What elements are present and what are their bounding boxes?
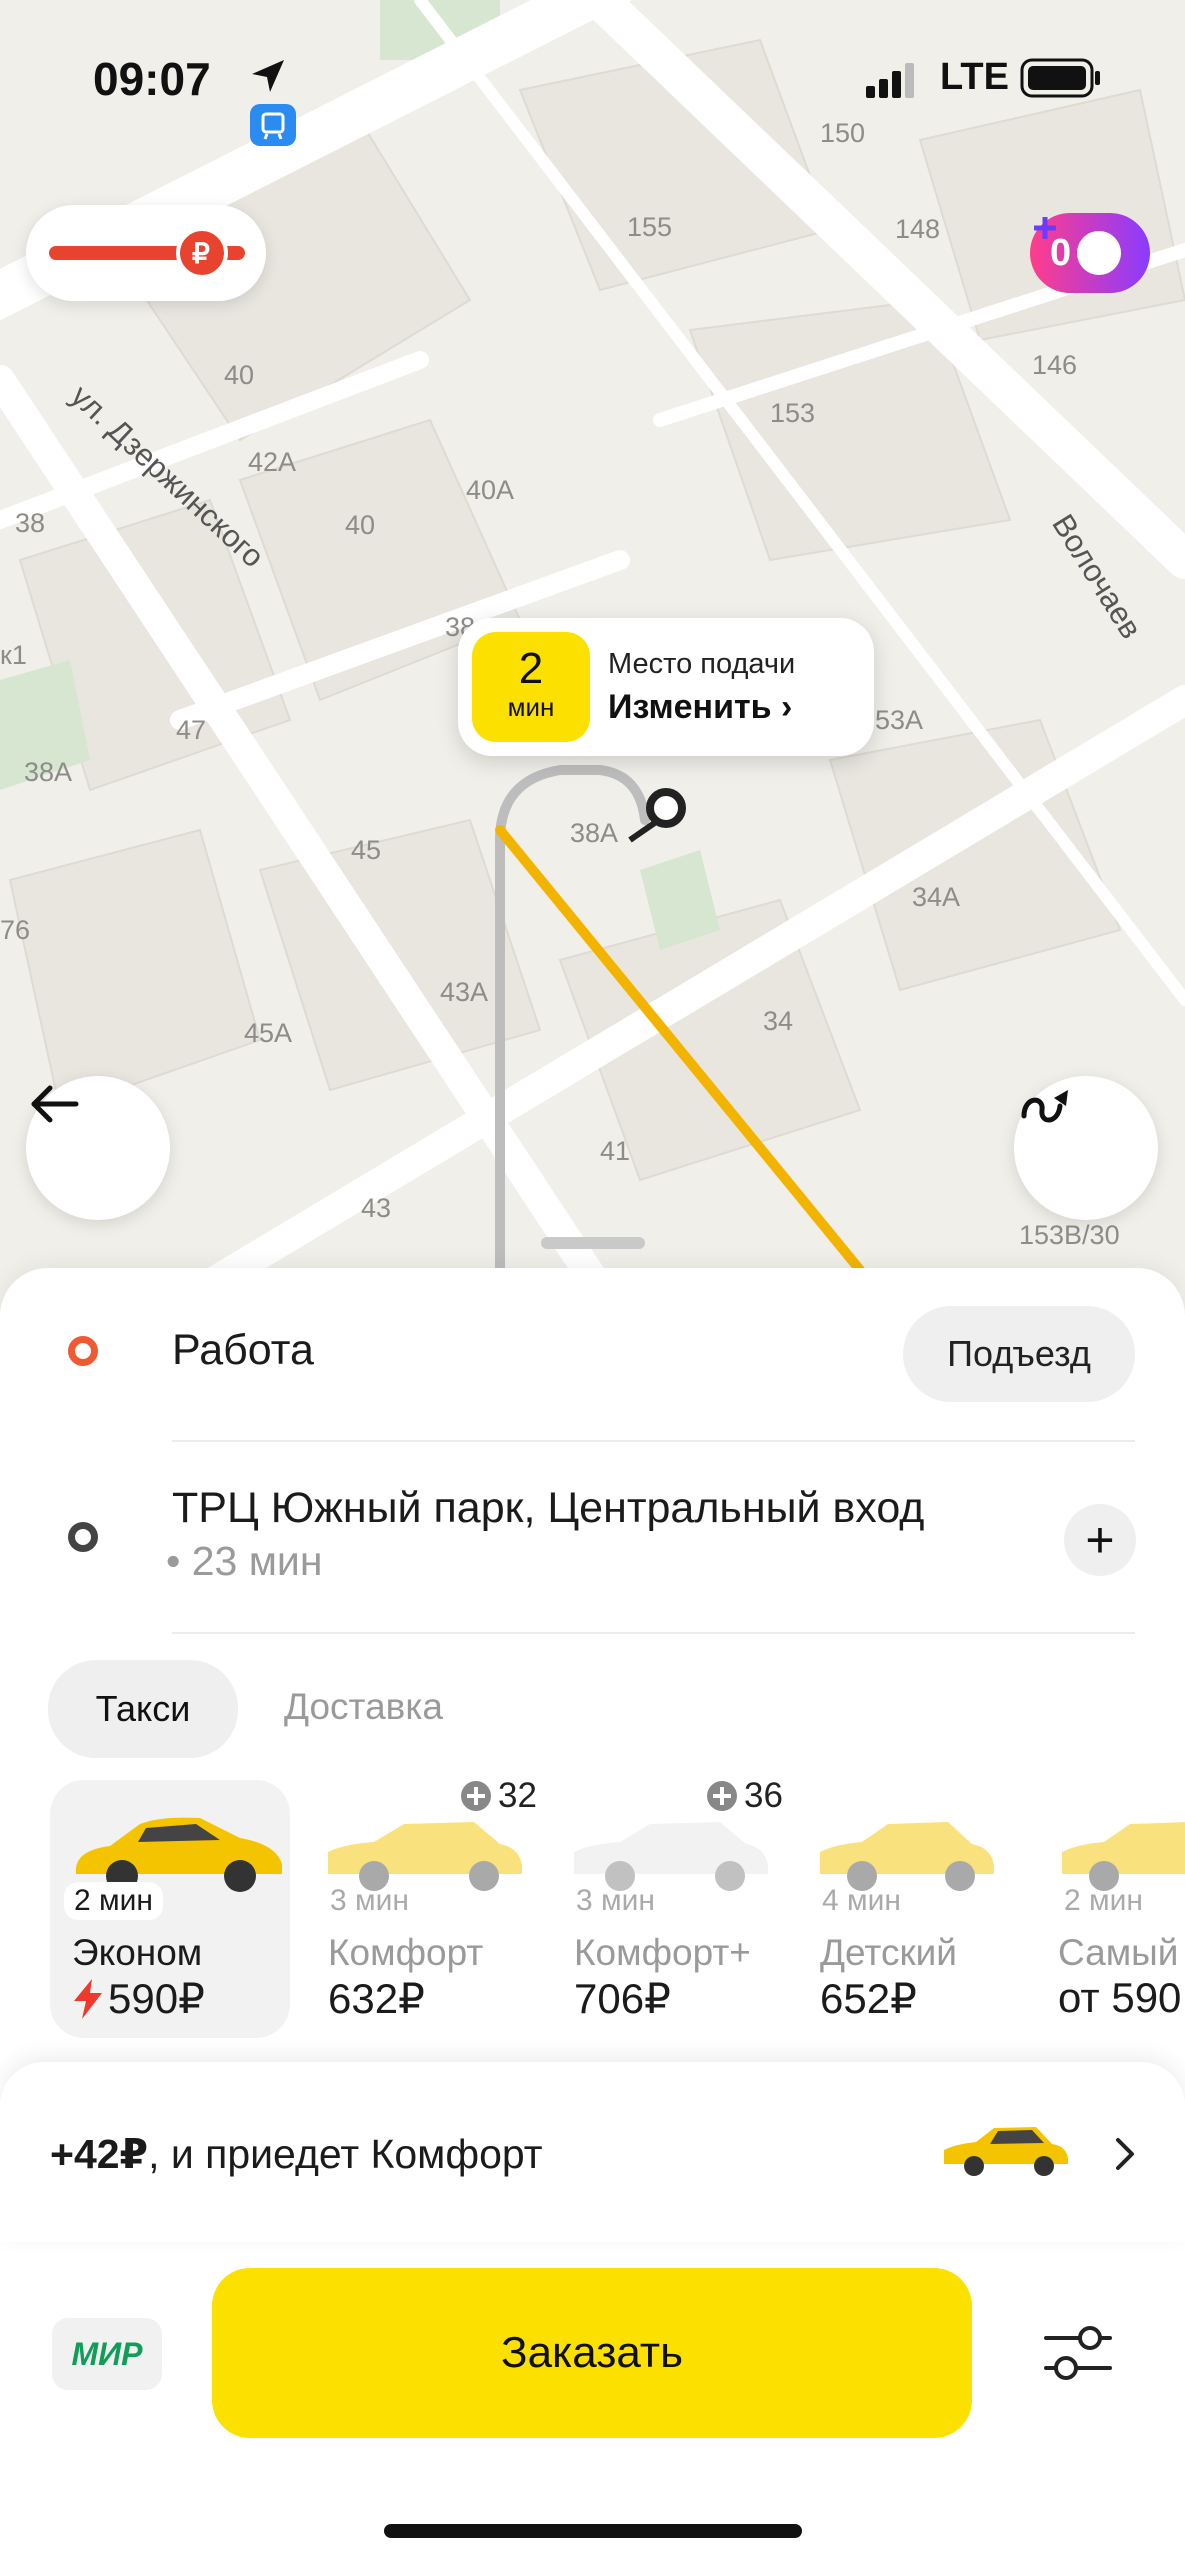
house-number: 45 <box>351 835 382 865</box>
house-number: 34 <box>763 1006 794 1036</box>
tariff-economy[interactable]: 2 мин Эконом 590₽ <box>50 1780 290 2038</box>
tariff-eta: 3 мин <box>576 1884 655 1917</box>
tariff-name: Эконом <box>72 1932 203 1973</box>
divider <box>172 1440 1135 1442</box>
house-number: 38А <box>24 757 73 787</box>
tariff-eta: 2 мин <box>1064 1884 1143 1917</box>
toll-road-button[interactable]: ₽ <box>26 205 266 301</box>
house-number: 45А <box>244 1018 293 1048</box>
pickup-eta-badge: 2 мин <box>472 632 590 742</box>
car-comfort-icon <box>944 2127 1068 2176</box>
upgrade-amount: +42₽ <box>50 2131 149 2177</box>
chevron-right-icon[interactable] <box>1110 2134 1140 2174</box>
origin-point-icon <box>68 1336 98 1366</box>
settings-sliders-icon[interactable] <box>1040 2320 1116 2386</box>
house-number: 40 <box>224 360 255 390</box>
tariff-price: 652₽ <box>820 1975 917 2022</box>
pickup-change-link[interactable]: Изменить › <box>608 688 792 727</box>
transit-badge-icon <box>250 104 296 146</box>
plus-points-button[interactable]: 0 <box>1030 213 1150 293</box>
house-number: 76 <box>0 915 31 945</box>
tariff-comfort[interactable]: 32 3 мин Комфорт 632₽ <box>310 1776 550 2038</box>
svg-text:₽: ₽ <box>192 238 210 269</box>
house-number: 155 <box>627 212 673 242</box>
tariff-name: Комфорт+ <box>574 1932 751 1973</box>
order-button[interactable]: Заказать <box>212 2268 972 2438</box>
pickup-change-label: Изменить <box>608 688 772 726</box>
plus-points-icon <box>1034 217 1122 275</box>
toll-road-icon: ₽ <box>49 227 245 279</box>
destination-address[interactable]: ТРЦ Южный парк, Центральный вход <box>172 1484 924 1533</box>
sheet-grabber[interactable] <box>541 1237 645 1249</box>
house-number: 153 <box>770 398 816 428</box>
tariff-price: от 590 <box>1058 1974 1182 2021</box>
house-number: 153В/30 <box>1019 1220 1120 1250</box>
house-number: 150 <box>820 118 866 148</box>
tariff-name: Самый <box>1058 1932 1179 1973</box>
pickup-title: Место подачи <box>608 648 796 680</box>
house-number: 40 <box>345 510 376 540</box>
tariff-price: 706₽ <box>574 1975 671 2022</box>
house-number: 34А <box>912 882 961 912</box>
tariff-child[interactable]: 4 мин Детский 652₽ <box>802 1780 1042 2038</box>
tariff-price: 590₽ <box>108 1975 205 2022</box>
status-time: 09:07 <box>93 53 211 105</box>
house-number: 146 <box>1032 350 1078 380</box>
entrance-button[interactable]: Подъезд <box>903 1306 1135 1402</box>
tariff-price-row: 590₽ <box>72 1974 205 2023</box>
flash-icon <box>74 1978 102 2019</box>
pickup-point-bubble[interactable]: 2 мин Место подачи Изменить › <box>458 618 874 756</box>
house-number: 42А <box>248 447 297 477</box>
tariff-comfort-plus[interactable]: 36 3 мин Комфорт+ 706₽ <box>556 1776 796 2038</box>
tariff-price: 632₽ <box>328 1975 425 2022</box>
route-variants-icon <box>1021 1090 1068 1123</box>
tariff-name: Комфорт <box>328 1932 484 1973</box>
tab-taxi[interactable]: Такси <box>48 1660 238 1758</box>
back-button[interactable] <box>26 1076 170 1220</box>
tariff-fastest[interactable]: 2 мин Самый от 590 <box>1048 1780 1185 2038</box>
house-number: 53А <box>875 705 924 735</box>
network-type: LTE <box>940 56 1009 98</box>
pickup-eta-value: 2 <box>518 644 544 693</box>
tariff-eta: 4 мин <box>822 1884 901 1917</box>
divider <box>172 1632 1135 1634</box>
house-number: 38 <box>15 508 46 538</box>
back-arrow-icon <box>31 1085 79 1123</box>
house-number: 40А <box>466 475 515 505</box>
tab-delivery[interactable]: Доставка <box>284 1686 443 1728</box>
plus-icon: + <box>1085 1512 1115 1568</box>
upgrade-description: , и приедет Комфорт <box>148 2131 543 2177</box>
payment-card-mir[interactable]: МИР <box>52 2318 162 2390</box>
tariff-name: Детский <box>820 1932 957 1973</box>
house-number: 38А <box>570 818 619 848</box>
pickup-eta-unit: мин <box>507 692 555 722</box>
house-number: 47 <box>176 715 207 745</box>
house-number: 41 <box>600 1136 631 1166</box>
home-indicator[interactable] <box>384 2524 802 2538</box>
destination-point-icon <box>68 1522 98 1552</box>
upgrade-offer-text[interactable]: +42₽, и приедет Комфорт <box>50 2130 543 2178</box>
house-number: 43А <box>440 977 489 1007</box>
tariff-eta: 2 мин <box>64 1882 163 1920</box>
tariff-eta: 3 мин <box>330 1884 409 1917</box>
house-number: к1 <box>0 640 27 670</box>
origin-address[interactable]: Работа <box>172 1326 314 1375</box>
chevron-right-icon: › <box>781 688 793 726</box>
route-variants-button[interactable] <box>1014 1076 1158 1220</box>
map-view[interactable]: 150 155 148 146 153 40 42А 40А 38 40 38 … <box>0 0 1185 1320</box>
add-stop-button[interactable]: + <box>1064 1504 1136 1576</box>
house-number: 148 <box>895 214 941 244</box>
house-number: 43 <box>361 1193 392 1223</box>
trip-duration: • 23 мин <box>166 1538 323 1584</box>
